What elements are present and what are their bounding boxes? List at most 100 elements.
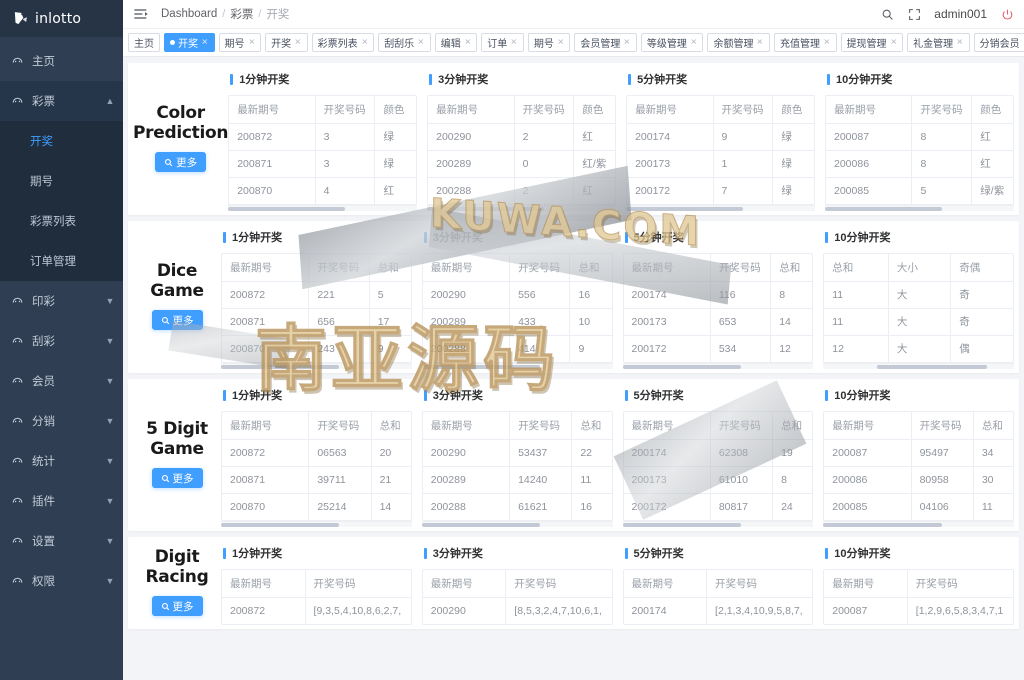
game-card: Color Prediction 更多 1分钟开奖 最新期号 开奖号码 颜色 200872 3 绿… [128,63,1019,215]
table-header-row: 最新期号 开奖号码 总和 [623,412,813,440]
tab-close-icon[interactable]: ✕ [511,38,518,48]
horizontal-scrollbar[interactable] [421,363,613,369]
scrollbar-thumb[interactable] [421,365,540,369]
more-button[interactable]: 更多 [155,152,207,173]
fullscreen-icon[interactable] [907,7,921,21]
scrollbar-thumb[interactable] [626,207,744,211]
horizontal-scrollbar[interactable] [622,363,814,369]
sidebar-item-statistics[interactable]: 统计 ▼ [0,441,123,481]
scrollbar-thumb[interactable] [622,365,741,369]
sidebar-subitem-issue[interactable]: 期号 [0,161,123,201]
sidebar-item-plugin[interactable]: 插件 ▼ [0,481,123,521]
sidebar-subitem-draw[interactable]: 开奖 [0,121,123,161]
more-button[interactable]: 更多 [151,468,203,489]
horizontal-scrollbar[interactable] [221,363,412,369]
table-cell: 16 [580,500,593,513]
search-icon[interactable] [880,7,894,21]
scrollbar-thumb[interactable] [421,523,540,527]
brand-logo-area[interactable]: inlotto [0,0,123,37]
tab-8[interactable]: 期号 ✕ [527,33,571,52]
tab-6[interactable]: 编辑 ✕ [434,33,478,52]
tab-4[interactable]: 彩票列表 ✕ [311,33,375,52]
sidebar-item-distribution[interactable]: 分销 ▼ [0,401,123,441]
scrollbar-thumb[interactable] [221,523,340,527]
scrollbar-thumb[interactable] [221,365,340,369]
table-row: 200174 [2,1,3,4,10,9,5,8,7, [623,597,813,624]
tab-close-icon[interactable]: ✕ [464,38,471,48]
tab-close-icon[interactable]: ✕ [361,38,368,48]
sidebar-item-print[interactable]: 印彩 ▼ [0,281,123,321]
table-cell: 80958 [911,466,974,494]
table-column-header: 最新期号 [824,412,912,440]
sidebar-item-settings[interactable]: 设置 ▼ [0,521,123,561]
table-row: 200870 25214 14 [222,493,411,520]
table-wrapper: 最新期号 开奖号码 总和 200290 53437 22 200289 14240 11 2002… [421,411,613,521]
tab-5[interactable]: 刮刮乐 ✕ [378,33,431,52]
tab-9[interactable]: 会员管理 ✕ [574,33,637,52]
sidebar-subitem-order-management[interactable]: 订单管理 [0,241,123,281]
tab-close-icon[interactable]: ✕ [557,38,564,48]
tab-label: 主页 [134,39,154,50]
table-cell: 200288 [422,493,511,520]
tab-3[interactable]: 开奖 ✕ [265,33,308,52]
power-icon[interactable] [1000,7,1014,21]
table-row: 200173 1 绿 [627,150,814,178]
tab-close-icon[interactable]: ✕ [418,38,425,48]
horizontal-scrollbar[interactable] [421,521,613,527]
sidebar-subitem-label: 期号 [30,176,53,188]
more-button[interactable]: 更多 [151,310,203,331]
sidebar-item-scratch[interactable]: 刮彩 ▼ [0,321,123,361]
tab-7[interactable]: 订单 ✕ [481,33,524,52]
tab-close-icon[interactable]: ✕ [248,38,255,48]
draw-panel: 1分钟开奖 最新期号 开奖号码 200872 [9,3,5,4,10,8,6,2,7, [221,545,412,625]
scrollbar-thumb[interactable] [427,207,545,211]
sidebar-item-lottery[interactable]: 彩票 ▲ [0,81,123,121]
tab-14[interactable]: 礼金管理 ✕ [907,33,970,52]
horizontal-scrollbar[interactable] [626,205,815,211]
tab-close-icon[interactable]: ✕ [890,38,897,48]
sidebar-item-permission[interactable]: 权限 ▼ [0,561,123,601]
sidebar-subitem-lottery-list[interactable]: 彩票列表 [0,201,123,241]
horizontal-scrollbar[interactable] [221,521,412,527]
more-button[interactable]: 更多 [151,596,203,617]
scrollbar-thumb[interactable] [876,365,988,369]
tab-close-icon[interactable]: ✕ [757,38,764,48]
game-title-line1: Dice [156,260,198,281]
tab-11[interactable]: 余额管理 ✕ [707,33,771,52]
sidebar-item-member[interactable]: 会员 ▼ [0,361,123,401]
tab-close-icon[interactable]: ✕ [690,38,697,48]
tab-close-icon[interactable]: ✕ [823,38,830,48]
tab-2[interactable]: 期号 ✕ [218,33,262,52]
table-cell: 200872 [222,281,310,309]
sidebar-item-home[interactable]: 主页 [0,41,123,81]
scrollbar-thumb[interactable] [228,207,346,211]
table-column-header: 总和 [569,254,612,282]
table-cell: 200288 [428,177,515,204]
panel-heading: 1分钟开奖 [221,545,412,561]
scrollbar-thumb[interactable] [825,207,943,211]
tab-13[interactable]: 提现管理 ✕ [840,33,904,52]
username-label[interactable]: admin001 [934,7,987,21]
tab-12[interactable]: 充值管理 ✕ [774,33,837,52]
scrollbar-thumb[interactable] [622,523,741,527]
tab-close-icon[interactable]: ✕ [294,38,301,48]
breadcrumb-item-lottery[interactable]: 彩票 [230,6,253,22]
table-cell: 红 [573,123,616,151]
horizontal-scrollbar[interactable] [228,205,418,211]
scrollbar-thumb[interactable] [823,523,942,527]
tab-1[interactable]: 开奖 ✕ [164,33,215,52]
tab-0[interactable]: 主页 [128,33,160,52]
tab-close-icon[interactable]: ✕ [624,38,631,48]
table-column-header: 最新期号 [222,570,306,598]
horizontal-scrollbar[interactable] [427,205,617,211]
horizontal-scrollbar[interactable] [823,363,1014,369]
tab-close-icon[interactable]: ✕ [956,38,963,48]
tab-15[interactable]: 分销会员✕ [973,33,1024,52]
breadcrumb-item-dashboard[interactable]: Dashboard [161,8,217,20]
horizontal-scrollbar[interactable] [622,521,814,527]
tab-close-icon[interactable]: ✕ [201,38,208,48]
tab-10[interactable]: 等级管理 ✕ [640,33,704,52]
hamburger-icon[interactable] [133,7,149,21]
horizontal-scrollbar[interactable] [825,205,1014,211]
horizontal-scrollbar[interactable] [823,521,1014,527]
